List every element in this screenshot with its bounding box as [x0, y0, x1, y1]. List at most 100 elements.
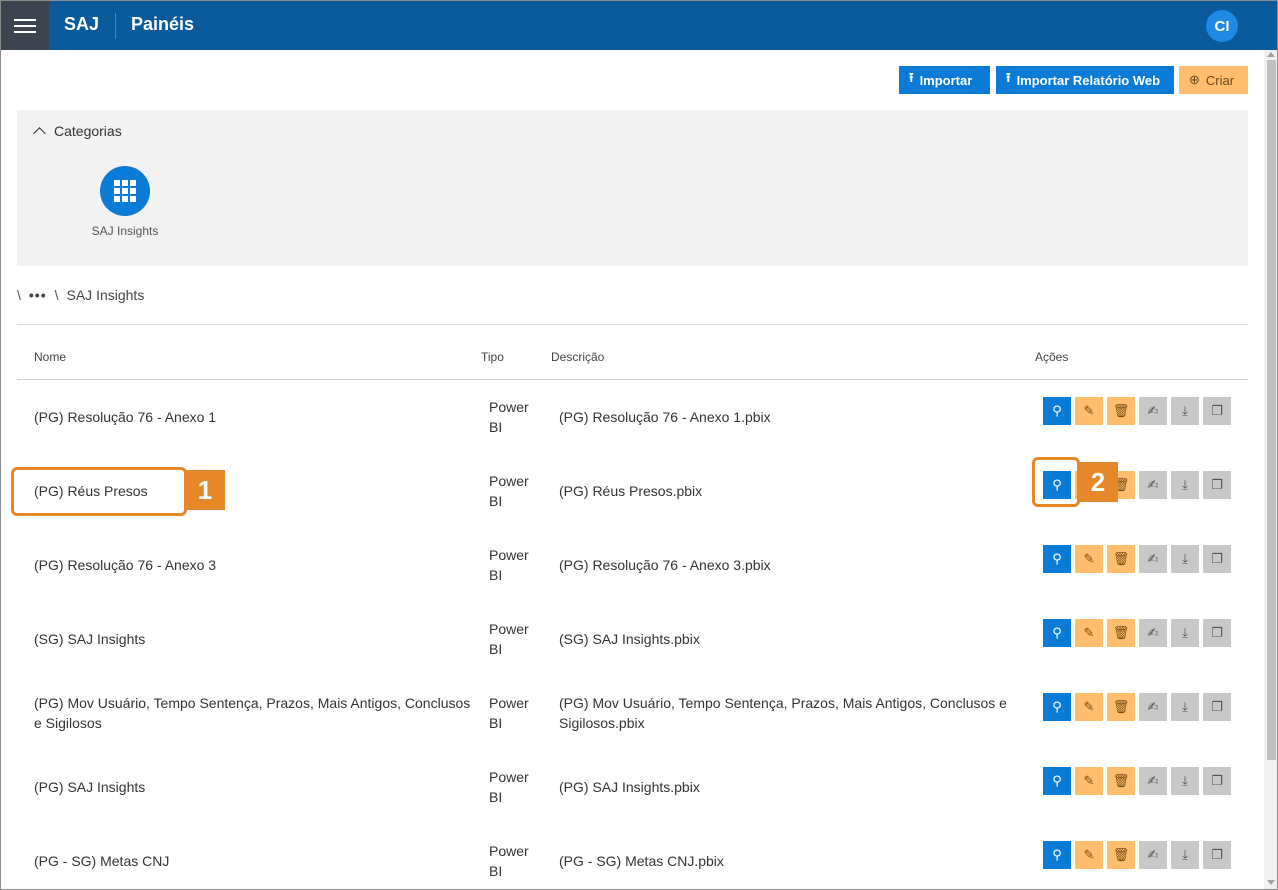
edit-button[interactable]: ✎ — [1075, 619, 1103, 647]
row-type: Power BI — [489, 695, 529, 731]
edit-document-icon: ✍ — [1147, 551, 1159, 566]
download-icon: ⤓ — [1182, 699, 1188, 714]
breadcrumb: \ ••• \ SAJ Insights — [17, 287, 144, 303]
row-type: Power BI — [489, 473, 529, 509]
edit-button[interactable]: ✎ — [1075, 545, 1103, 573]
delete-button[interactable]: 🗑 — [1107, 545, 1135, 573]
categories-toggle[interactable]: Categorias — [33, 123, 122, 140]
breadcrumb-separator: \ — [17, 287, 21, 303]
row-type: Power BI — [489, 769, 529, 805]
delete-button[interactable]: 🗑 — [1107, 619, 1135, 647]
column-header-type[interactable]: Tipo — [481, 350, 504, 364]
import-button[interactable]: ⭱ Importar — [899, 66, 990, 94]
download-button[interactable]: ⤓ — [1171, 619, 1199, 647]
copy-button[interactable]: ❐ — [1203, 471, 1231, 499]
view-button[interactable]: ⚲ — [1043, 619, 1071, 647]
download-button[interactable]: ⤓ — [1171, 545, 1199, 573]
breadcrumb-separator: \ — [54, 287, 59, 303]
create-button[interactable]: ⊕ Criar — [1179, 66, 1248, 94]
edit-details-button[interactable]: ✍ — [1139, 471, 1167, 499]
annotation-step-1: 1 — [185, 470, 225, 510]
copy-icon: ❐ — [1211, 477, 1223, 492]
column-header-description[interactable]: Descrição — [551, 350, 604, 364]
download-button[interactable]: ⤓ — [1171, 397, 1199, 425]
create-button-label: Criar — [1205, 72, 1235, 88]
download-button[interactable]: ⤓ — [1171, 841, 1199, 869]
download-button[interactable]: ⤓ — [1171, 471, 1199, 499]
category-item-saj-insights[interactable]: SAJ Insights — [90, 166, 160, 238]
header-divider — [115, 13, 116, 39]
edit-document-icon: ✍ — [1147, 773, 1159, 788]
copy-button[interactable]: ❐ — [1203, 397, 1231, 425]
view-button[interactable]: ⚲ — [1043, 767, 1071, 795]
scroll-up-icon[interactable] — [1267, 52, 1275, 57]
view-button[interactable]: ⚲ — [1043, 693, 1071, 721]
trash-icon: 🗑 — [1112, 847, 1130, 862]
copy-button[interactable]: ❐ — [1203, 767, 1231, 795]
download-icon: ⤓ — [1182, 625, 1188, 640]
copy-button[interactable]: ❐ — [1203, 619, 1231, 647]
upload-icon: ⭱ — [1006, 70, 1011, 85]
copy-icon: ❐ — [1211, 847, 1223, 862]
delete-button[interactable]: 🗑 — [1107, 397, 1135, 425]
vertical-scrollbar[interactable] — [1264, 50, 1277, 889]
row-actions: ⚲ ✎ 🗑 ✍ ⤓ ❐ — [1043, 767, 1231, 795]
row-description: (PG) Resolução 76 - Anexo 1.pbix — [559, 409, 771, 425]
delete-button[interactable]: 🗑 — [1107, 767, 1135, 795]
edit-button[interactable]: ✎ — [1075, 767, 1103, 795]
row-description: (SG) SAJ Insights.pbix — [559, 631, 700, 647]
edit-details-button[interactable]: ✍ — [1139, 545, 1167, 573]
scrollbar-thumb[interactable] — [1267, 60, 1276, 760]
edit-details-button[interactable]: ✍ — [1139, 619, 1167, 647]
brand-logo[interactable]: SAJ — [64, 14, 99, 35]
edit-details-button[interactable]: ✍ — [1139, 397, 1167, 425]
row-description: (PG) Resolução 76 - Anexo 3.pbix — [559, 557, 771, 573]
table-row: (PG) Resolução 76 - Anexo 1 Power BI (PG) … — [17, 380, 1248, 454]
delete-button[interactable]: 🗑 — [1107, 693, 1135, 721]
download-icon: ⤓ — [1182, 773, 1188, 788]
trash-icon: 🗑 — [1112, 551, 1130, 566]
search-icon: ⚲ — [1052, 551, 1062, 566]
view-button[interactable]: ⚲ — [1043, 545, 1071, 573]
copy-button[interactable]: ❐ — [1203, 841, 1231, 869]
scroll-down-icon[interactable] — [1267, 880, 1275, 885]
edit-button[interactable]: ✎ — [1075, 397, 1103, 425]
view-button[interactable]: ⚲ — [1043, 397, 1071, 425]
row-description: (PG) Réus Presos.pbix — [559, 483, 703, 499]
edit-button[interactable]: ✎ — [1075, 841, 1103, 869]
trash-icon: 🗑 — [1112, 625, 1130, 640]
edit-button[interactable]: ✎ — [1075, 693, 1103, 721]
download-icon: ⤓ — [1182, 551, 1188, 566]
view-button[interactable]: ⚲ — [1043, 841, 1071, 869]
divider — [17, 324, 1248, 325]
edit-details-button[interactable]: ✍ — [1139, 693, 1167, 721]
download-button[interactable]: ⤓ — [1171, 693, 1199, 721]
row-name: (PG) Mov Usuário, Tempo Sentença, Prazos… — [34, 695, 471, 731]
row-type: Power BI — [489, 399, 529, 435]
copy-button[interactable]: ❐ — [1203, 693, 1231, 721]
menu-icon[interactable] — [1, 1, 49, 50]
app-window: SAJ Painéis CI ⭱ Importar ⭱ Importar Rel… — [0, 0, 1278, 890]
column-header-actions: Ações — [1035, 350, 1069, 364]
row-name: (PG) Resolução 76 - Anexo 3 — [34, 557, 217, 573]
column-header-name[interactable]: Nome — [34, 350, 66, 364]
copy-button[interactable]: ❐ — [1203, 545, 1231, 573]
edit-details-button[interactable]: ✍ — [1139, 841, 1167, 869]
user-avatar[interactable]: CI — [1206, 10, 1238, 42]
edit-details-button[interactable]: ✍ — [1139, 767, 1167, 795]
page-title: Painéis — [131, 14, 195, 34]
row-type: Power BI — [489, 843, 529, 879]
import-web-report-button[interactable]: ⭱ Importar Relatório Web — [996, 66, 1174, 94]
download-button[interactable]: ⤓ — [1171, 767, 1199, 795]
table-row: (PG) Resolução 76 - Anexo 3 Power BI (PG) … — [17, 528, 1248, 602]
search-icon: ⚲ — [1052, 773, 1062, 788]
search-icon: ⚲ — [1052, 625, 1062, 640]
top-bar: SAJ Painéis CI — [1, 1, 1277, 50]
categories-panel: Categorias SAJ Insights — [17, 110, 1248, 266]
delete-button[interactable]: 🗑 — [1107, 841, 1135, 869]
breadcrumb-more[interactable]: ••• — [29, 287, 47, 303]
row-actions: ⚲ ✎ 🗑 ✍ ⤓ ❐ — [1043, 545, 1231, 573]
download-icon: ⤓ — [1182, 403, 1188, 418]
edit-document-icon: ✍ — [1147, 847, 1159, 862]
chevron-up-icon — [33, 127, 46, 140]
